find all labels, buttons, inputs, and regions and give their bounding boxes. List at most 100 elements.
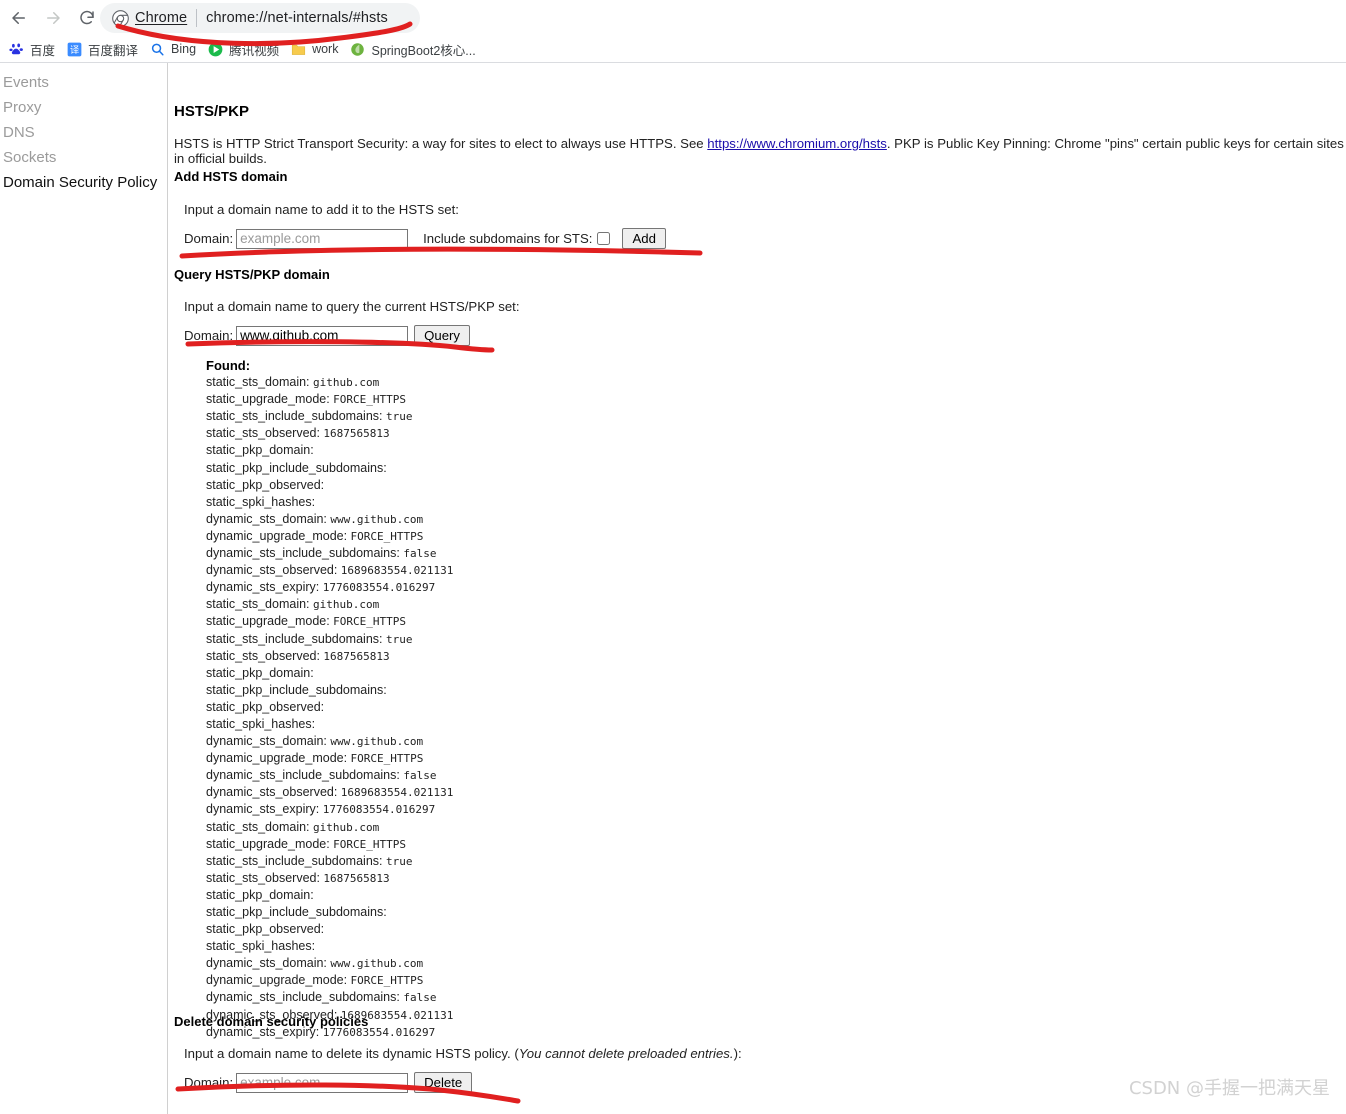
delete-domain-input[interactable] xyxy=(236,1072,409,1093)
result-key: dynamic_sts_expiry: xyxy=(206,580,323,595)
result-value: github.com xyxy=(313,820,380,834)
delete-hsts-form: Domain: Delete xyxy=(184,1072,473,1093)
result-value: 1776083554.016297 xyxy=(322,803,436,817)
page-title: HSTS/PKP xyxy=(174,103,250,120)
tencent-video-icon xyxy=(208,42,223,57)
query-result-line: dynamic_upgrade_mode: FORCE_HTTPS xyxy=(206,750,453,767)
query-result-line: static_spki_hashes: xyxy=(206,716,453,733)
back-arrow-icon xyxy=(10,9,28,27)
result-value: github.com xyxy=(313,376,380,390)
address-bar[interactable]: Chrome chrome://net-internals/#hsts xyxy=(100,3,420,33)
result-key: static_sts_observed: xyxy=(206,426,324,441)
bing-search-icon xyxy=(150,42,165,57)
query-result-line: static_sts_include_subdomains: true xyxy=(206,408,453,425)
query-result-line: dynamic_sts_domain: www.github.com xyxy=(206,733,453,750)
result-value: www.github.com xyxy=(330,512,424,526)
bookmark-tencent-video[interactable]: 腾讯视频 xyxy=(205,38,286,60)
result-value: false xyxy=(403,991,437,1005)
query-results: Found: static_sts_domain: github.com stat… xyxy=(206,358,453,1041)
result-key: dynamic_sts_include_subdomains: xyxy=(206,546,404,561)
add-domain-input[interactable] xyxy=(236,228,409,249)
delete-desc-emphasis: You cannot delete preloaded entries. xyxy=(518,1046,734,1061)
fanyi-icon: 译 xyxy=(67,42,82,57)
result-key: static_pkp_domain: xyxy=(206,665,314,680)
result-key: static_upgrade_mode: xyxy=(206,836,334,851)
bookmark-baidu[interactable]: 百度 xyxy=(6,38,62,60)
query-result-line: static_sts_domain: github.com xyxy=(206,819,453,836)
result-value: FORCE_HTTPS xyxy=(350,974,424,988)
result-key: static_pkp_domain: xyxy=(206,887,314,902)
query-result-line: dynamic_sts_expiry: 1776083554.016297 xyxy=(206,801,453,818)
query-result-line: static_sts_observed: 1687565813 xyxy=(206,425,453,442)
result-value: false xyxy=(403,547,437,561)
result-value: FORCE_HTTPS xyxy=(350,529,424,543)
main-content: HSTS/PKP HSTS is HTTP Strict Transport S… xyxy=(168,63,1346,1114)
add-button[interactable]: Add xyxy=(622,228,666,249)
sidebar-item-domain-security-policy[interactable]: Domain Security Policy xyxy=(0,170,167,195)
bookmark-springboot[interactable]: SpringBoot2核心... xyxy=(347,38,482,60)
sidebar-item-events[interactable]: Events xyxy=(0,70,167,95)
result-value: www.github.com xyxy=(330,735,424,749)
query-result-line: static_spki_hashes: xyxy=(206,938,453,955)
result-key: static_spki_hashes: xyxy=(206,494,316,509)
query-hsts-form: Domain: Query xyxy=(184,325,471,346)
result-key: dynamic_upgrade_mode: xyxy=(206,751,351,766)
result-key: static_pkp_include_subdomains: xyxy=(206,460,387,475)
reload-button[interactable] xyxy=(72,3,102,33)
result-value: github.com xyxy=(313,598,380,612)
query-result-line: dynamic_sts_domain: www.github.com xyxy=(206,511,453,528)
forward-button[interactable] xyxy=(38,3,68,33)
result-key: dynamic_sts_observed: xyxy=(206,785,341,800)
result-value: 1687565813 xyxy=(323,427,390,441)
bookmark-folder-work[interactable]: work xyxy=(288,38,345,60)
result-key: static_upgrade_mode: xyxy=(206,392,334,407)
result-key: static_sts_include_subdomains: xyxy=(206,631,386,646)
intro-text-pre: HSTS is HTTP Strict Transport Security: … xyxy=(174,136,708,151)
svg-text:译: 译 xyxy=(70,44,80,55)
result-value: www.github.com xyxy=(330,957,424,971)
add-domain-label: Domain: xyxy=(184,231,234,246)
sidebar-nav: Events Proxy DNS Sockets Domain Security… xyxy=(0,63,168,1114)
result-key: static_sts_include_subdomains: xyxy=(206,853,386,868)
baidu-icon xyxy=(9,42,24,57)
result-value: FORCE_HTTPS xyxy=(333,837,407,851)
omnibox-separator xyxy=(196,9,198,27)
springboot-icon xyxy=(350,42,365,57)
query-button[interactable]: Query xyxy=(414,325,471,346)
query-result-line: static_upgrade_mode: FORCE_HTTPS xyxy=(206,391,453,408)
chromium-hsts-link[interactable]: https://www.chromium.org/hsts xyxy=(707,136,887,151)
sidebar-item-sockets[interactable]: Sockets xyxy=(0,145,167,170)
delete-button[interactable]: Delete xyxy=(414,1072,473,1093)
result-key: static_sts_domain: xyxy=(206,819,313,834)
include-subdomains-checkbox[interactable] xyxy=(597,232,611,245)
intro-paragraph: HSTS is HTTP Strict Transport Security: … xyxy=(174,136,1344,166)
sidebar-item-proxy[interactable]: Proxy xyxy=(0,95,167,120)
query-result-line: dynamic_upgrade_mode: FORCE_HTTPS xyxy=(206,972,453,989)
omnibox-chip-label[interactable]: Chrome xyxy=(135,10,187,26)
query-result-line: static_sts_domain: github.com xyxy=(206,374,453,391)
back-button[interactable] xyxy=(4,3,34,33)
bookmark-baidu-fanyi[interactable]: 译 百度翻译 xyxy=(64,38,145,60)
chrome-logo-icon xyxy=(112,9,129,27)
query-result-line: static_sts_observed: 1687565813 xyxy=(206,870,453,887)
sidebar-item-dns[interactable]: DNS xyxy=(0,120,167,145)
query-result-status: Found: xyxy=(206,358,251,373)
query-result-line: static_upgrade_mode: FORCE_HTTPS xyxy=(206,836,453,853)
delete-section-heading: Delete domain security policies xyxy=(174,1014,369,1029)
omnibox-url-text[interactable]: chrome://net-internals/#hsts xyxy=(206,10,388,26)
delete-section-description: Input a domain name to delete its dynami… xyxy=(184,1046,742,1061)
query-domain-input[interactable] xyxy=(236,325,409,346)
result-key: static_spki_hashes: xyxy=(206,716,316,731)
add-section-description: Input a domain name to add it to the HST… xyxy=(184,202,459,217)
bookmarks-bar: 百度 译 百度翻译 Bing 腾讯视频 work SpringBoot2核心..… xyxy=(0,36,1346,62)
query-result-line: static_pkp_include_subdomains: xyxy=(206,904,453,921)
query-result-line: static_spki_hashes: xyxy=(206,494,453,511)
bookmark-bing[interactable]: Bing xyxy=(147,38,203,60)
result-value: FORCE_HTTPS xyxy=(333,393,407,407)
result-key: dynamic_sts_expiry: xyxy=(206,802,323,817)
query-result-line: static_pkp_observed: xyxy=(206,921,453,938)
delete-desc-pre: Input a domain name to delete its dynami… xyxy=(184,1046,519,1061)
browser-toolbar: Chrome chrome://net-internals/#hsts xyxy=(0,0,1346,36)
result-key: dynamic_upgrade_mode: xyxy=(206,973,351,988)
result-key: static_sts_observed: xyxy=(206,870,324,885)
